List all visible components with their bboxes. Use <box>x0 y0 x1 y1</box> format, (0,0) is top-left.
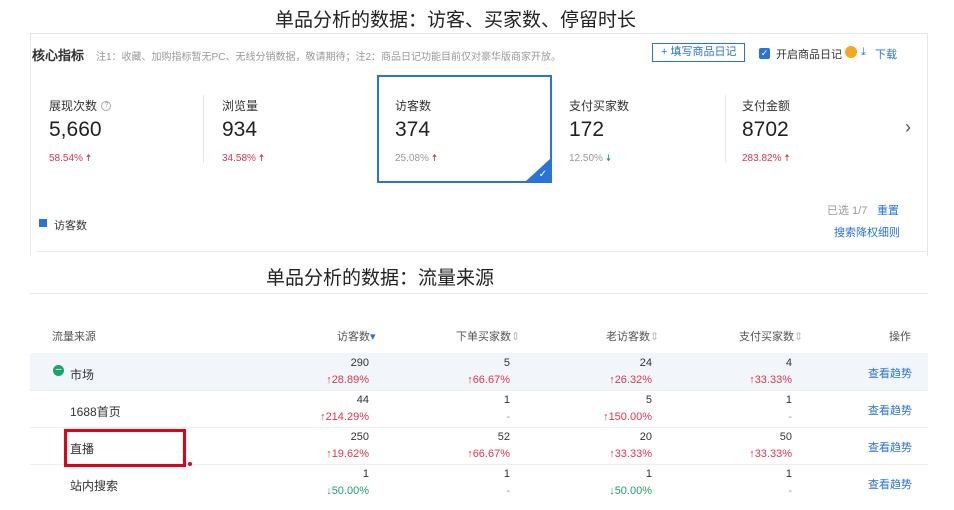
th-action: 操作 <box>889 331 911 343</box>
view-trend-link[interactable]: 查看趋势 <box>868 476 912 492</box>
section-title: 核心指标 <box>32 48 85 63</box>
metric-label[interactable]: 支付金额 <box>742 97 790 114</box>
figure-title-mid: 单品分析的数据：流量来源 <box>266 267 495 289</box>
th-source: 流量来源 <box>52 331 96 343</box>
cell-value: 4 <box>785 357 792 369</box>
search-rank-link[interactable]: 搜索降权细则 <box>834 224 900 240</box>
th-order-buyers[interactable]: 下单买家数⇕ <box>456 328 520 344</box>
row-name: 站内搜索 <box>70 479 119 493</box>
metric-label: 访客数 <box>395 99 432 113</box>
divider <box>725 95 726 163</box>
arrow-up-icon: 🠅 <box>431 153 438 164</box>
chevron-right-icon[interactable]: › <box>905 117 911 138</box>
sort-icon: ⇕ <box>650 331 660 343</box>
cell-value: 1 <box>503 394 510 406</box>
check-icon: ✓ <box>538 169 547 180</box>
metric-value: 934 <box>222 118 258 141</box>
cell-change: ↑33.33% <box>749 448 792 460</box>
divider <box>36 251 926 252</box>
metric-change: 34.58% 🠅 <box>222 153 265 164</box>
cell-value: 1 <box>645 468 652 480</box>
cell-change: - <box>506 411 510 423</box>
metric-change: 12.50% 🠇 <box>569 153 612 164</box>
cell-value: 5 <box>645 394 652 406</box>
highlight-box <box>64 429 186 467</box>
collapse-icon[interactable]: – <box>53 365 64 376</box>
download-icon[interactable]: ⤓ <box>861 46 866 59</box>
view-trend-link[interactable]: 查看趋势 <box>868 365 912 381</box>
cell-change: - <box>788 411 792 423</box>
cell-value: 20 <box>639 431 652 443</box>
metric-change: 283.82% 🠅 <box>742 153 790 164</box>
metric-value: 172 <box>569 118 605 141</box>
cell-change: ↑66.67% <box>467 448 510 460</box>
cell-value: 5 <box>503 357 510 369</box>
cell-change: - <box>788 485 792 497</box>
metric-value: 5,660 <box>49 118 102 141</box>
th-old-visitors[interactable]: 老访客数⇕ <box>606 328 659 344</box>
cell-value: 1 <box>362 468 369 480</box>
arrow-up-icon: 🠅 <box>85 153 92 164</box>
metric-change: 25.08% 🠅 <box>395 153 438 164</box>
cell-value: 1 <box>785 394 792 406</box>
sort-icon: ⇕ <box>794 331 804 343</box>
cell-value: 52 <box>497 431 510 443</box>
selected-count: 已选 1/7 <box>827 205 868 217</box>
metric-label: 展现次数 <box>49 99 98 113</box>
cell-value: 44 <box>356 394 369 406</box>
arrow-down-icon: 🠇 <box>605 153 612 164</box>
enable-diary-checkbox[interactable]: ✓ <box>759 48 770 59</box>
metric-label[interactable]: 浏览量 <box>222 97 258 114</box>
sort-desc-icon: ▾ <box>370 331 376 343</box>
row-divider <box>30 390 928 391</box>
cell-change: ↑150.00% <box>603 411 652 423</box>
cell-change: ↑28.89% <box>326 374 369 386</box>
metric-card-impressions[interactable]: 展现次数 ? <box>49 97 112 115</box>
cell-value: 24 <box>639 357 652 369</box>
download-link[interactable]: 下载 <box>875 46 897 62</box>
metric-value: 8702 <box>742 118 789 141</box>
legend-label: 访客数 <box>54 220 87 232</box>
divider <box>203 95 204 163</box>
cell-value: 250 <box>350 431 369 443</box>
highlight-dot <box>188 462 192 466</box>
cell-value: 50 <box>779 431 792 443</box>
view-trend-link[interactable]: 查看趋势 <box>868 402 912 418</box>
cell-change: ↑19.62% <box>326 448 369 460</box>
th-pay-buyers[interactable]: 支付买家数⇕ <box>739 328 803 344</box>
th-visitors[interactable]: 访客数▾ <box>337 328 376 344</box>
cell-value: 1 <box>785 468 792 480</box>
metric-value: 374 <box>395 118 431 141</box>
row-name: 1688首页 <box>70 405 121 419</box>
cell-change: ↓50.00% <box>326 485 369 497</box>
reset-link[interactable]: 重置 <box>877 202 899 218</box>
coin-icon <box>845 46 857 58</box>
cell-change: ↑26.32% <box>609 374 652 386</box>
metric-label[interactable]: 支付买家数 <box>569 97 629 114</box>
legend-swatch <box>39 219 47 227</box>
view-trend-link[interactable]: 查看趋势 <box>868 439 912 455</box>
help-icon[interactable]: ? <box>101 100 112 111</box>
cell-change: ↑33.33% <box>749 374 792 386</box>
fill-diary-button[interactable]: + 填写商品日记 <box>652 43 746 62</box>
cell-change: ↑214.29% <box>320 411 369 423</box>
cell-value: 290 <box>350 357 369 369</box>
row-name: 市场 <box>70 368 95 382</box>
traffic-source-table <box>30 293 928 510</box>
figure-title-top: 单品分析的数据：访客、买家数、停留时长 <box>275 9 637 31</box>
enable-diary-label: 开启商品日记 <box>776 49 842 61</box>
arrow-up-icon: 🠅 <box>784 153 790 164</box>
cell-value: 1 <box>503 468 510 480</box>
row-divider <box>30 427 928 428</box>
sort-icon: ⇕ <box>511 331 521 343</box>
cell-change: ↑33.33% <box>609 448 652 460</box>
metric-change: 58.54% 🠅 <box>49 153 92 164</box>
header-note: 注1：收藏、加购指标暂无PC、无线分销数据，敬请期待；注2：商品日记功能目前仅对… <box>96 52 562 63</box>
cell-change: ↓50.00% <box>609 485 652 497</box>
cell-change: ↑66.67% <box>467 374 510 386</box>
arrow-up-icon: 🠅 <box>258 153 265 164</box>
cell-change: - <box>506 485 510 497</box>
